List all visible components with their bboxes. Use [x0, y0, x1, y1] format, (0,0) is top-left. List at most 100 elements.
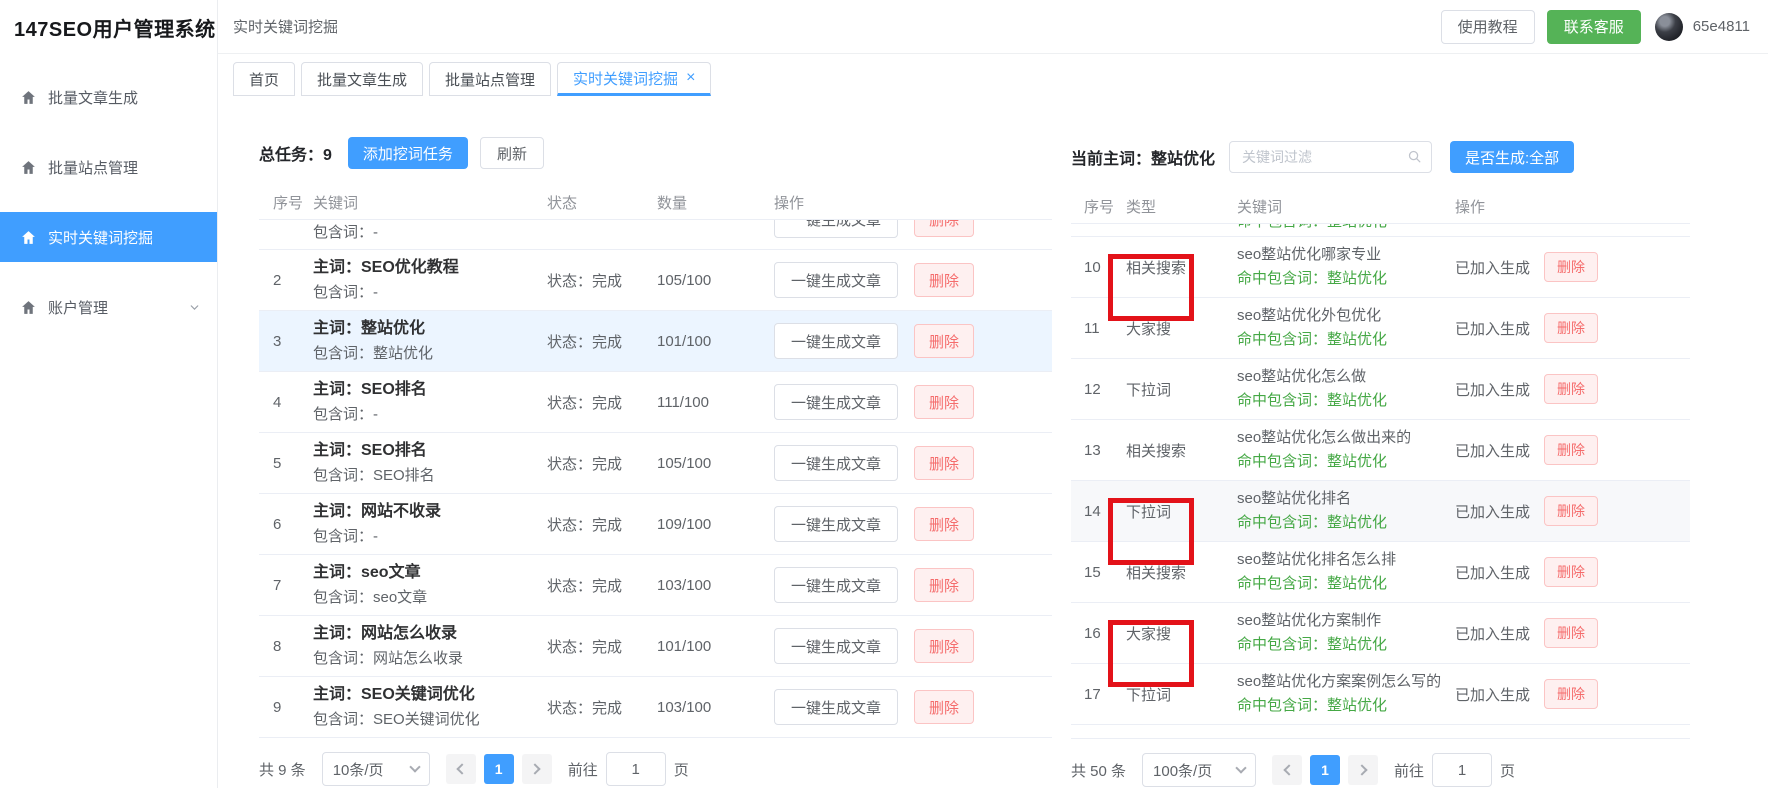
tab-home[interactable]: 首页	[233, 62, 295, 96]
table-row[interactable]: 17 下拉词 seo整站优化方案案例怎么写的 命中包含词：整站优化 已加入生成 …	[1071, 664, 1690, 725]
added-status: 已加入生成	[1455, 318, 1530, 339]
delete-button[interactable]: 删除	[1544, 679, 1598, 709]
table-row[interactable]: 15 相关搜索 seo整站优化排名怎么排 命中包含词：整站优化 已加入生成 删除	[1071, 542, 1690, 603]
delete-button[interactable]: 删除	[914, 385, 974, 419]
delete-button[interactable]: 删除	[914, 507, 974, 541]
delete-button[interactable]: 删除	[1544, 313, 1598, 343]
row-keyword: seo整站优化方案制作	[1237, 609, 1455, 633]
keyword-filter	[1229, 141, 1432, 173]
tutorial-button[interactable]: 使用教程	[1441, 10, 1535, 44]
contain-word: 包含词：-	[313, 525, 547, 549]
tab-batch-site[interactable]: 批量站点管理	[429, 62, 551, 96]
next-page-button[interactable]	[522, 754, 552, 784]
generate-article-button[interactable]: 一键生成文章	[774, 689, 898, 725]
delete-button[interactable]: 删除	[1544, 557, 1598, 587]
delete-button[interactable]: 删除	[914, 263, 974, 297]
table-row[interactable]: 11 大家搜 seo整站优化外包优化 命中包含词：整站优化 已加入生成 删除	[1071, 298, 1690, 359]
topbar: 实时关键词挖掘 使用教程 联系客服 65e4811	[218, 0, 1768, 54]
table-row[interactable]: 14 下拉词 seo整站优化排名 命中包含词：整站优化 已加入生成 删除	[1071, 481, 1690, 542]
table-row[interactable]: seo整站优化方法	[1071, 725, 1690, 739]
table-row[interactable]: 13 相关搜索 seo整站优化怎么做出来的 命中包含词：整站优化 已加入生成 删…	[1071, 420, 1690, 481]
hit-contain-word: 命中包含词：整站优化	[1237, 572, 1455, 596]
table-row-selected[interactable]: 3 主词：整站优化 包含词：整站优化 状态：完成 101/100 一键生成文章 …	[259, 311, 1052, 372]
sidebar-item-label: 账户管理	[48, 297, 108, 318]
table-row[interactable]: 16 大家搜 seo整站优化方案制作 命中包含词：整站优化 已加入生成 删除	[1071, 603, 1690, 664]
sidebar-item-account[interactable]: 账户管理	[0, 282, 217, 332]
table-row-clipped: 命中包含词：整站优化	[1071, 224, 1690, 237]
pagination-total: 共 9 条	[259, 759, 306, 780]
tab-keyword-mining[interactable]: 实时关键词挖掘 ×	[557, 62, 711, 96]
contain-word: 包含词：网站怎么收录	[313, 647, 547, 671]
page-button-current[interactable]: 1	[1310, 755, 1340, 785]
contain-word: 包含词：-	[313, 403, 547, 427]
prev-page-button[interactable]	[446, 754, 476, 784]
goto-page-input[interactable]	[1432, 753, 1492, 787]
sidebar-item-batch-site[interactable]: 批量站点管理	[0, 142, 217, 192]
delete-button[interactable]: 删除	[1544, 252, 1598, 282]
delete-button[interactable]: 删除	[1544, 618, 1598, 648]
next-page-button[interactable]	[1348, 755, 1378, 785]
page-size-select[interactable]: 10条/页	[322, 752, 430, 786]
prev-page-button[interactable]	[1272, 755, 1302, 785]
generate-article-button[interactable]: 一键生成文章	[774, 628, 898, 664]
table-row[interactable]: 12 下拉词 seo整站优化怎么做 命中包含词：整站优化 已加入生成 删除	[1071, 359, 1690, 420]
user-avatar[interactable]	[1655, 13, 1683, 41]
goto-page-input[interactable]	[606, 752, 666, 786]
table-row[interactable]: 10 相关搜索 seo整站优化哪家专业 命中包含词：整站优化 已加入生成 删除	[1071, 237, 1690, 298]
table-row-clipped: seo整站优化方法	[1071, 725, 1690, 739]
page-button-current[interactable]: 1	[484, 754, 514, 784]
close-icon[interactable]: ×	[686, 70, 695, 86]
table-row[interactable]: 9 主词：SEO关键词优化 包含词：SEO关键词优化 状态：完成 103/100…	[259, 677, 1052, 738]
table-row[interactable]: 5 主词：SEO排名 包含词：SEO排名 状态：完成 105/100 一键生成文…	[259, 433, 1052, 494]
sidebar: 147SEO用户管理系统 批量文章生成 批量站点管理 实时关键词挖掘	[0, 0, 218, 788]
generate-article-button[interactable]: 一键生成文章	[774, 220, 898, 238]
tasks-panel-header: 总任务：9 添加挖词任务 刷新	[259, 136, 1052, 170]
main-word: 主词：SEO优化教程	[313, 259, 459, 276]
contain-word: 包含词：SEO关键词优化	[313, 708, 547, 732]
table-row[interactable]: 8 主词：网站怎么收录 包含词：网站怎么收录 状态：完成 101/100 一键生…	[259, 616, 1052, 677]
contact-support-button[interactable]: 联系客服	[1547, 10, 1641, 44]
row-count: 105/100	[657, 455, 774, 472]
row-type: 大家搜	[1126, 623, 1237, 644]
contain-word: 包含词：-	[313, 281, 547, 305]
row-status: 状态：完成	[547, 331, 657, 352]
generate-filter-button[interactable]: 是否生成:全部	[1450, 141, 1574, 173]
table-row[interactable]: 7 主词：seo文章 包含词：seo文章 状态：完成 103/100 一键生成文…	[259, 555, 1052, 616]
contain-word: 包含词：SEO排名	[313, 464, 547, 488]
table-row[interactable]: 6 主词：网站不收录 包含词：- 状态：完成 109/100 一键生成文章 删除	[259, 494, 1052, 555]
delete-button[interactable]: 删除	[914, 324, 974, 358]
delete-button[interactable]: 删除	[914, 629, 974, 663]
generate-article-button[interactable]: 一键生成文章	[774, 262, 898, 298]
delete-button[interactable]: 删除	[914, 220, 974, 237]
table-row[interactable]: 命中包含词：整站优化	[1071, 224, 1690, 237]
row-no: 4	[273, 394, 313, 411]
delete-button[interactable]: 删除	[914, 690, 974, 724]
page-size-select[interactable]: 100条/页	[1142, 753, 1256, 787]
table-row[interactable]: 包含词：- 一键生成文章 删除	[259, 220, 1052, 250]
tab-batch-article[interactable]: 批量文章生成	[301, 62, 423, 96]
generate-article-button[interactable]: 一键生成文章	[774, 567, 898, 603]
sidebar-item-batch-article[interactable]: 批量文章生成	[0, 72, 217, 122]
added-status: 已加入生成	[1455, 379, 1530, 400]
delete-button[interactable]: 删除	[1544, 374, 1598, 404]
keyword-filter-input[interactable]	[1229, 141, 1432, 173]
generate-article-button[interactable]: 一键生成文章	[774, 384, 898, 420]
hit-contain-word: 命中包含词：整站优化	[1237, 450, 1455, 474]
delete-button[interactable]: 删除	[914, 568, 974, 602]
table-row[interactable]: 4 主词：SEO排名 包含词：- 状态：完成 111/100 一键生成文章 删除	[259, 372, 1052, 433]
refresh-button[interactable]: 刷新	[480, 137, 544, 169]
delete-button[interactable]: 删除	[1544, 496, 1598, 526]
generate-article-button[interactable]: 一键生成文章	[774, 445, 898, 481]
delete-button[interactable]: 删除	[914, 446, 974, 480]
add-task-button[interactable]: 添加挖词任务	[348, 137, 468, 169]
delete-button[interactable]: 删除	[1544, 435, 1598, 465]
generate-article-button[interactable]: 一键生成文章	[774, 506, 898, 542]
username: 65e4811	[1693, 18, 1750, 35]
row-type: 下拉词	[1126, 684, 1237, 705]
generate-article-button[interactable]: 一键生成文章	[774, 323, 898, 359]
sidebar-item-keyword-mining[interactable]: 实时关键词挖掘	[0, 212, 217, 262]
main-area: 实时关键词挖掘 使用教程 联系客服 65e4811 首页 批量文章生成 批量站点…	[218, 0, 1768, 788]
table-row[interactable]: 2 主词：SEO优化教程 包含词：- 状态：完成 105/100 一键生成文章 …	[259, 250, 1052, 311]
added-status: 已加入生成	[1455, 501, 1530, 522]
keywords-panel-header: 当前主词：整站优化 是否生成:全部	[1071, 140, 1690, 174]
